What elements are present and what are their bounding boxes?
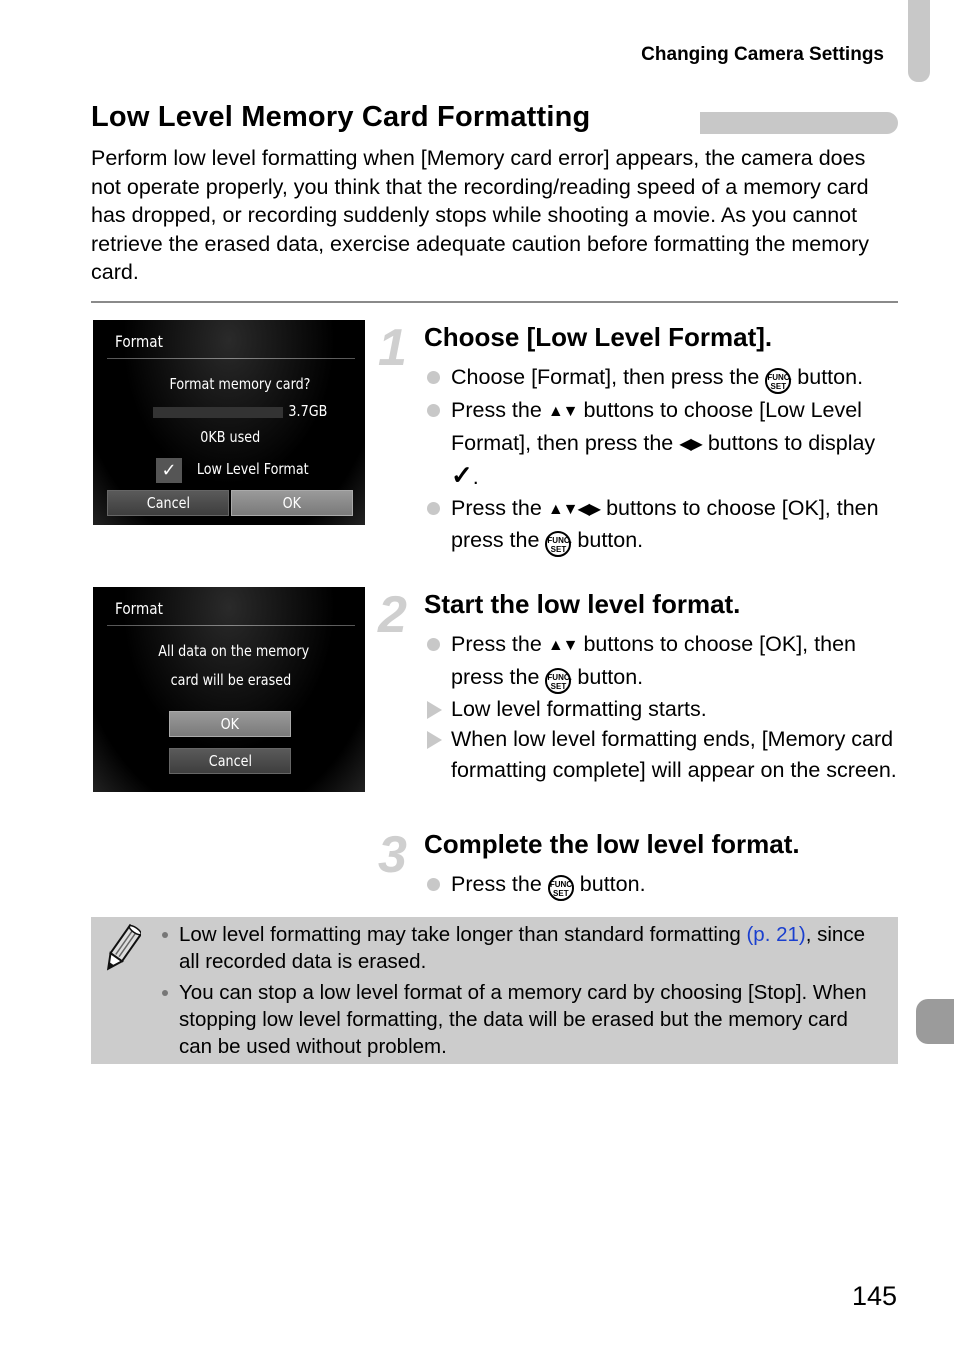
- step-number: 1: [378, 319, 407, 377]
- bullet: [427, 878, 440, 891]
- bullet: [162, 932, 168, 938]
- used-label: 0KB used: [200, 428, 261, 446]
- note-item: Low level formatting may take longer tha…: [161, 921, 881, 975]
- func-set-button-icon: FUNC. SET: [545, 531, 572, 557]
- chapter-index-tab: [916, 999, 954, 1044]
- cancel-button[interactable]: Cancel: [169, 748, 291, 774]
- step-number: 2: [378, 586, 407, 644]
- ok-button[interactable]: OK: [231, 490, 353, 516]
- step-title: Start the low level format.: [424, 589, 741, 619]
- step-2-body: Press the ▲▼ buttons to choose [OK], the…: [424, 629, 904, 785]
- up-down-arrows-icon: ▲▼: [547, 500, 579, 518]
- step-title: Complete the low level format.: [424, 829, 800, 859]
- step-1-body: Choose [Format], then press the FUNC. SET…: [424, 362, 904, 557]
- screen-title-divider: [107, 358, 355, 359]
- format-question: Format memory card?: [169, 375, 311, 393]
- func-set-button-icon: FUNC. SET: [765, 368, 792, 394]
- section-title: Low Level Memory Card Formatting: [91, 101, 591, 133]
- up-down-arrows-icon: ▲▼: [547, 403, 579, 420]
- page-number: 145: [852, 1281, 898, 1311]
- camera-screen-format-confirm: Format Format memory card? 3.7GB 0KB use…: [93, 320, 365, 525]
- ok-button[interactable]: OK: [169, 711, 291, 737]
- bullet: [427, 404, 440, 417]
- divider: [91, 301, 898, 303]
- result-arrow: [427, 700, 442, 719]
- low-level-format-label: Low Level Format: [196, 460, 309, 478]
- left-right-arrows-icon: ◀▶: [679, 435, 703, 453]
- screen-title-divider: [107, 625, 355, 626]
- intro-paragraph: Perform low level formatting when [Memor…: [91, 146, 870, 285]
- page-reference-link[interactable]: (p. 21): [746, 923, 805, 946]
- step-3-body: Press the FUNC. SET button.: [424, 869, 904, 901]
- capacity-bar: [153, 407, 283, 418]
- screen-title: Format: [115, 332, 163, 351]
- step-result: Low level formatting starts.: [424, 694, 904, 725]
- step-title: Choose [Low Level Format].: [424, 322, 773, 352]
- note-list: Low level formatting may take longer tha…: [161, 921, 881, 1064]
- step-item: Press the ▲▼ buttons to choose [OK], the…: [424, 629, 904, 694]
- note-item: You can stop a low level format of a mem…: [161, 979, 881, 1060]
- func-set-button-icon: FUNC. SET: [545, 667, 572, 694]
- cancel-button[interactable]: Cancel: [107, 490, 229, 516]
- left-right-arrows-icon: ◀▶: [577, 500, 601, 518]
- checkmark-icon: ✓: [451, 460, 473, 490]
- title-decoration-bar: [700, 112, 898, 134]
- bullet: [427, 638, 440, 651]
- erase-warning-line1: All data on the memory: [158, 642, 310, 660]
- chapter-tab: [908, 0, 930, 82]
- camera-screen-erase-confirm: Format All data on the memory card will …: [93, 587, 365, 792]
- bullet: [162, 990, 168, 996]
- step-item: Choose [Format], then press the FUNC. SET…: [424, 362, 904, 394]
- step-item: Press the FUNC. SET button.: [424, 869, 904, 901]
- low-level-format-checkbox[interactable]: ✓: [156, 458, 182, 483]
- result-arrow: [427, 731, 442, 749]
- up-down-arrows-icon: ▲▼: [547, 637, 579, 654]
- screen-title: Format: [115, 599, 163, 618]
- step-result: When low level formatting ends, [Memory …: [424, 724, 904, 785]
- erase-warning-line2: card will be erased: [170, 671, 292, 689]
- capacity-label: 3.7GB: [288, 402, 328, 420]
- note-box: Low level formatting may take longer tha…: [91, 917, 898, 1064]
- step-number: 3: [378, 826, 407, 884]
- step-item: Press the ▲▼ buttons to choose [Low Leve…: [424, 395, 904, 493]
- bullet: [427, 371, 440, 384]
- bullet: [427, 501, 440, 515]
- pencil-note-icon: [106, 923, 141, 971]
- running-head: Changing Camera Settings: [641, 44, 884, 65]
- step-item: Press the ▲▼◀▶ buttons to choose [OK], t…: [424, 493, 904, 557]
- func-set-button-icon: FUNC. SET: [547, 875, 574, 901]
